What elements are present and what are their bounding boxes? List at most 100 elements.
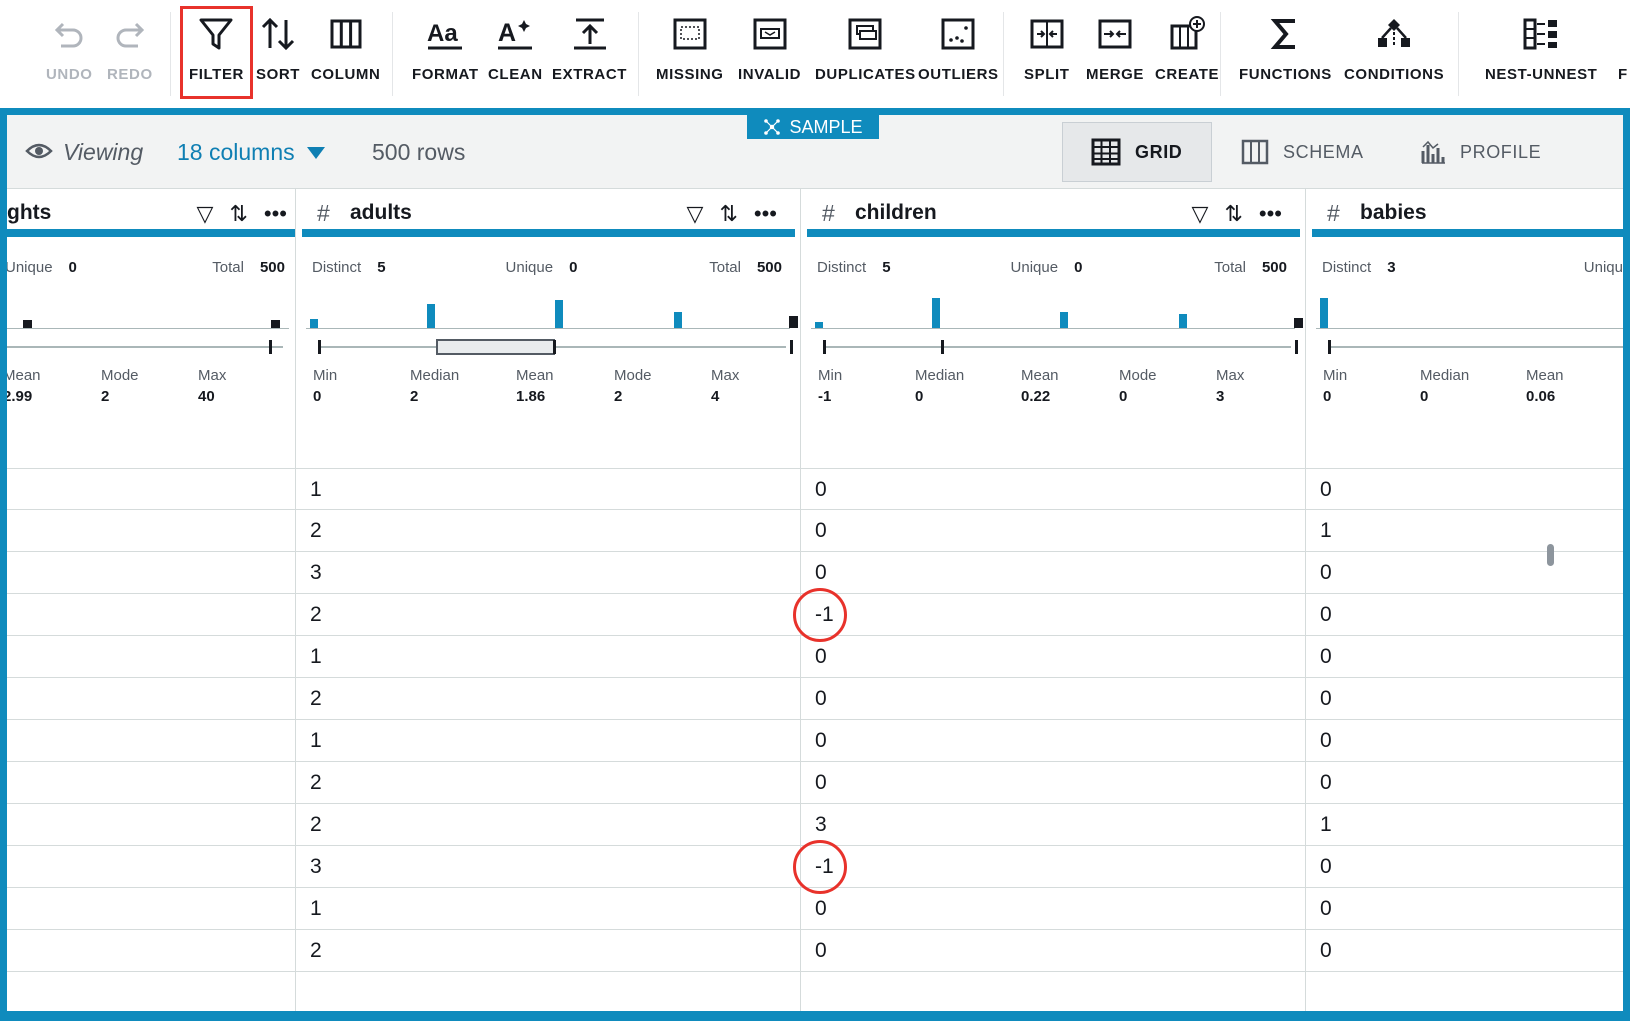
undo-button[interactable]: UNDO: [46, 14, 93, 98]
table-cell[interactable]: 2: [296, 678, 800, 720]
redo-icon: [116, 22, 144, 48]
table-cell-flagged[interactable]: -1: [793, 840, 1305, 894]
table-cell[interactable]: 1: [1306, 510, 1623, 552]
table-cell[interactable]: 0: [801, 720, 1305, 762]
table-cell[interactable]: 0: [1306, 594, 1623, 636]
table-cell[interactable]: [7, 678, 295, 720]
table-cell[interactable]: 0: [1306, 930, 1623, 972]
table-cell[interactable]: [7, 930, 295, 972]
table-cell[interactable]: 0: [801, 636, 1305, 678]
table-cell[interactable]: [7, 720, 295, 762]
missing-icon: [673, 18, 707, 50]
functions-button[interactable]: FUNCTIONS: [1239, 14, 1332, 98]
table-cell[interactable]: 1: [296, 720, 800, 762]
column-filter-icon[interactable]: ▽: [197, 201, 214, 227]
table-cell[interactable]: 2: [296, 930, 800, 972]
toolbar-overflow-label[interactable]: F: [1618, 66, 1628, 83]
column-filter-icon[interactable]: ▽: [687, 201, 704, 227]
table-cell[interactable]: 0: [801, 930, 1305, 972]
vertical-scrollbar[interactable]: [1547, 544, 1554, 566]
create-button[interactable]: CREATE: [1155, 14, 1219, 98]
table-cell[interactable]: 2: [296, 762, 800, 804]
tab-schema[interactable]: SCHEMA: [1213, 122, 1392, 182]
table-cell[interactable]: [7, 468, 295, 510]
table-cell[interactable]: 0: [1306, 552, 1623, 594]
redo-button[interactable]: REDO: [107, 14, 153, 98]
chart-max-marker: [271, 320, 280, 328]
missing-button[interactable]: MISSING: [656, 14, 724, 98]
table-cell[interactable]: [7, 594, 295, 636]
column-name: adults: [350, 201, 412, 224]
unique-value: 0: [68, 259, 77, 276]
table-cell[interactable]: 2: [296, 510, 800, 552]
table-cell[interactable]: 0: [1306, 636, 1623, 678]
table-cell[interactable]: 3: [801, 804, 1305, 846]
table-cell[interactable]: [7, 510, 295, 552]
table-cell[interactable]: 0: [801, 552, 1305, 594]
outliers-button[interactable]: OUTLIERS: [918, 14, 999, 98]
nest-unnest-button[interactable]: NEST-UNNEST: [1485, 14, 1597, 98]
table-cell[interactable]: 1: [296, 888, 800, 930]
table-cell[interactable]: [7, 762, 295, 804]
table-cell[interactable]: 0: [801, 468, 1305, 510]
table-cell[interactable]: 0: [1306, 678, 1623, 720]
table-cell[interactable]: 2: [296, 804, 800, 846]
table-cell[interactable]: 0: [1306, 888, 1623, 930]
table-cell[interactable]: 3: [296, 552, 800, 594]
table-cell[interactable]: 3: [296, 846, 800, 888]
table-cell[interactable]: 1: [296, 636, 800, 678]
invalid-button[interactable]: INVALID: [738, 14, 801, 98]
table-cell[interactable]: 1: [296, 468, 800, 510]
table-cell[interactable]: 0: [801, 888, 1305, 930]
table-cell[interactable]: 0: [801, 678, 1305, 720]
toolbar-divider: [1003, 12, 1004, 96]
conditions-button[interactable]: CONDITIONS: [1344, 14, 1444, 98]
table-cell[interactable]: [7, 636, 295, 678]
table-cell[interactable]: [7, 888, 295, 930]
sample-badge[interactable]: SAMPLE: [747, 115, 879, 139]
format-button[interactable]: Aa FORMAT: [412, 14, 479, 98]
tab-profile[interactable]: PROFILE: [1392, 122, 1569, 182]
table-cell[interactable]: 0: [1306, 762, 1623, 804]
toolbar-divider: [170, 12, 171, 96]
column-sort-icon[interactable]: ⇅: [229, 201, 247, 227]
table-cell[interactable]: 0: [1306, 720, 1623, 762]
range-min-tick: [823, 340, 826, 354]
summary-mode: Mode 2: [101, 367, 139, 405]
column-adults: # adults ▽ ⇅ ••• Distinct 5 Unique 0 Total…: [296, 189, 801, 1011]
tab-grid[interactable]: GRID: [1062, 122, 1212, 182]
extract-button[interactable]: EXTRACT: [552, 14, 627, 98]
column-more-icon[interactable]: •••: [264, 201, 287, 227]
column-sort-icon[interactable]: ⇅: [1224, 201, 1242, 227]
table-cell[interactable]: 1: [1306, 804, 1623, 846]
table-cell[interactable]: 2: [296, 594, 800, 636]
table-cell[interactable]: 0: [801, 762, 1305, 804]
column-cells: [7, 468, 295, 972]
caret-down-icon: [306, 146, 325, 159]
table-cell[interactable]: [7, 552, 295, 594]
split-button[interactable]: SPLIT: [1024, 14, 1070, 98]
table-cell[interactable]: 0: [801, 510, 1305, 552]
column-header[interactable]: # adults ▽ ⇅ •••: [302, 189, 795, 237]
duplicates-button[interactable]: DUPLICATES: [815, 14, 916, 98]
column-sort-icon[interactable]: ⇅: [719, 201, 737, 227]
table-cell[interactable]: 0: [1306, 846, 1623, 888]
column-children: # children ▽ ⇅ ••• Distinct 5 Unique 0 Tot…: [793, 189, 1306, 1011]
column-more-icon[interactable]: •••: [1259, 201, 1282, 227]
merge-button[interactable]: MERGE: [1086, 14, 1144, 98]
column-more-icon[interactable]: •••: [754, 201, 777, 227]
columns-dropdown[interactable]: 18 columns: [177, 139, 325, 166]
table-cell[interactable]: [7, 804, 295, 846]
clean-button[interactable]: A CLEAN: [488, 14, 543, 98]
data-grid: ghts ▽ ⇅ ••• Unique 0 Total 500 Mean 2.99 M…: [7, 189, 1623, 1011]
tab-schema-label: SCHEMA: [1283, 141, 1364, 162]
column-filter-icon[interactable]: ▽: [1192, 201, 1209, 227]
table-cell-flagged[interactable]: -1: [793, 588, 1305, 642]
table-cell[interactable]: [7, 846, 295, 888]
column-button[interactable]: COLUMN: [311, 14, 380, 98]
column-header[interactable]: # babies: [1312, 189, 1623, 237]
table-cell[interactable]: 0: [1306, 468, 1623, 510]
column-header[interactable]: ghts ▽ ⇅ •••: [7, 189, 295, 237]
sort-button[interactable]: SORT: [256, 14, 300, 98]
column-header[interactable]: # children ▽ ⇅ •••: [807, 189, 1300, 237]
